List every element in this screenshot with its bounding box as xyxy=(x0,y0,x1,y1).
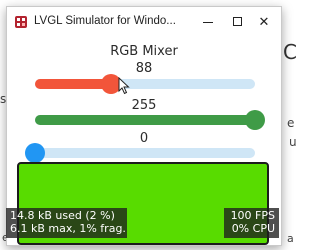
memory-max-text: 6.1 kB max, 1% frag. xyxy=(10,222,126,235)
mouse-cursor-icon xyxy=(118,77,130,95)
blue-value-label: 0 xyxy=(139,131,149,146)
green-slider[interactable] xyxy=(35,110,265,130)
red-value-label: 88 xyxy=(135,61,153,76)
close-icon: ✕ xyxy=(258,15,270,30)
background-text-fragment: u xyxy=(289,135,297,149)
app-icon xyxy=(15,16,27,28)
blue-slider-knob[interactable] xyxy=(25,143,45,163)
fps-text: 100 FPS xyxy=(230,209,275,222)
cpu-text: 0% CPU xyxy=(231,222,275,235)
background-text-fragment: e xyxy=(287,116,295,130)
close-button[interactable]: ✕ xyxy=(251,11,277,33)
window-title: LVGL Simulator for Windo... xyxy=(34,15,176,27)
background-text-fragment: a xyxy=(287,232,294,245)
memory-used-text: 14.8 kB used (2 %) xyxy=(10,209,115,222)
background-text-fragment: C xyxy=(283,40,297,64)
maximize-button[interactable] xyxy=(225,11,251,33)
green-slider-fill xyxy=(35,115,255,125)
green-value-label: 255 xyxy=(131,98,157,113)
green-slider-knob[interactable] xyxy=(245,110,265,130)
blue-slider[interactable] xyxy=(25,143,255,163)
minimize-button[interactable] xyxy=(195,11,221,33)
red-slider-fill xyxy=(35,79,111,89)
mixer-title: RGB Mixer xyxy=(110,44,178,59)
memory-monitor: 14.8 kB used (2 %) 6.1 kB max, 1% frag. xyxy=(6,208,127,238)
performance-monitor: 100 FPS 0% CPU xyxy=(224,208,279,238)
title-bar[interactable]: LVGL Simulator for Windo... ✕ xyxy=(7,7,281,37)
red-slider[interactable] xyxy=(35,74,255,94)
